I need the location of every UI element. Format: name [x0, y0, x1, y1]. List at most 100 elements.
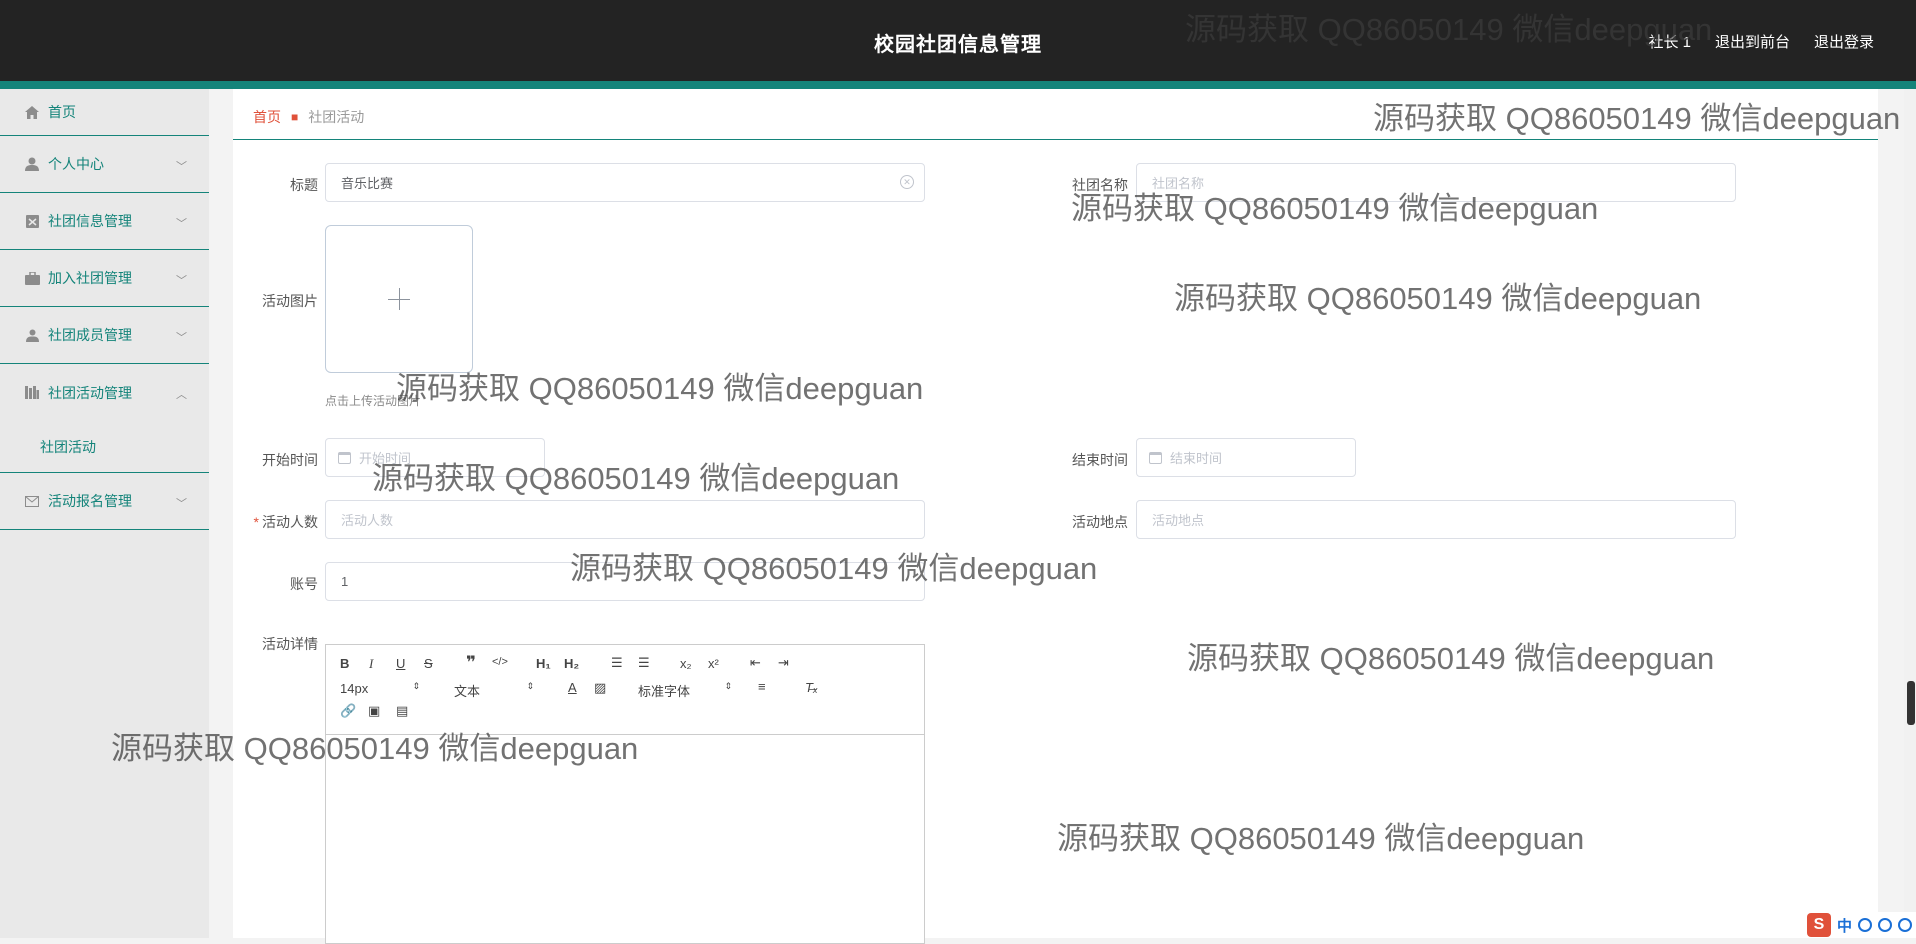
chevron-up-icon: ︿: [176, 386, 187, 402]
keyboard-icon[interactable]: [1898, 918, 1912, 932]
sidebar-item-members[interactable]: 社团成员管理 ﹀: [0, 307, 209, 364]
participant-count-input[interactable]: 活动人数: [325, 500, 925, 539]
chevron-down-icon: ﹀: [176, 272, 187, 288]
format-select[interactable]: 文本 ⇕: [454, 681, 534, 700]
breadcrumb-home[interactable]: 首页: [253, 107, 281, 127]
sidebar-item-label: 社团信息管理: [48, 211, 132, 231]
upload-tip: 点击上传活动图片: [325, 392, 421, 409]
start-label: 开始时间: [228, 450, 318, 470]
place-placeholder: 活动地点: [1152, 510, 1204, 529]
account-input[interactable]: 1: [325, 562, 925, 601]
sidebar-item-join[interactable]: 加入社团管理 ﹀: [0, 250, 209, 307]
chevron-down-icon: ﹀: [176, 495, 187, 511]
title-input-value: 音乐比赛: [341, 173, 393, 192]
person-icon: [24, 327, 40, 343]
sidebar-subitem-label: 社团活动: [40, 437, 96, 457]
mail-icon: [24, 493, 40, 509]
image-upload[interactable]: [325, 225, 473, 373]
briefcase-icon: [24, 270, 40, 286]
sidebar-item-label: 活动报名管理: [48, 491, 132, 511]
start-time-picker[interactable]: 开始时间: [325, 438, 545, 477]
count-label-text: 活动人数: [262, 514, 318, 530]
breadcrumb: 首页 ■ 社团活动: [253, 107, 364, 127]
font-size-value: 14px: [340, 681, 368, 696]
video-icon[interactable]: ▤: [396, 703, 408, 719]
rich-text-editor: B I U S ❞ </> H₁ H₂ ☰ ☰ x₂ x² ⇤ ⇥ 14px⇕ …: [325, 644, 925, 944]
title-input[interactable]: 音乐比赛 ✕: [325, 163, 925, 202]
end-label: 结束时间: [1038, 450, 1128, 470]
end-time-picker[interactable]: 结束时间: [1136, 438, 1356, 477]
font-color-icon[interactable]: A: [568, 680, 577, 695]
ime-toolbar: S 中: [1803, 912, 1916, 938]
count-placeholder: 活动人数: [341, 510, 393, 529]
font-size-select[interactable]: 14px ⇕: [340, 681, 420, 696]
calendar-icon: [1149, 452, 1162, 464]
bullet-list-icon[interactable]: ☰: [638, 655, 650, 671]
font-family-select[interactable]: 标准字体⇕: [638, 681, 732, 700]
bold-icon[interactable]: B: [340, 656, 349, 671]
scrollbar[interactable]: [1904, 89, 1916, 938]
sidebar-item-home[interactable]: 首页: [0, 89, 209, 136]
sidebar-item-profile[interactable]: 个人中心 ﹀: [0, 136, 209, 193]
mic-icon[interactable]: [1878, 918, 1892, 932]
format-value: 文本: [454, 684, 480, 699]
clear-format-icon[interactable]: T̶ₓ: [805, 680, 818, 695]
main-panel: 首页 ■ 社团活动 标题 音乐比赛 ✕ 社团名称 社团名称 活动图片 点击上传活…: [233, 89, 1878, 938]
breadcrumb-separator-icon: ■: [291, 110, 298, 124]
indent-icon[interactable]: ⇥: [778, 655, 789, 671]
home-icon: [24, 104, 40, 120]
sidebar-item-label: 加入社团管理: [48, 268, 132, 288]
ordered-list-icon[interactable]: ☰: [611, 655, 623, 671]
end-time-placeholder: 结束时间: [1170, 448, 1222, 467]
club-label: 社团名称: [1038, 175, 1128, 195]
clipboard-icon: [24, 213, 40, 229]
heading2-icon[interactable]: H₂: [564, 656, 579, 671]
clear-icon[interactable]: ✕: [900, 175, 914, 189]
user-link[interactable]: 社长 1: [1648, 31, 1691, 52]
place-label: 活动地点: [1038, 512, 1128, 532]
heading1-icon[interactable]: H₁: [536, 656, 551, 671]
image-label: 活动图片: [228, 291, 318, 311]
code-icon[interactable]: </>: [492, 656, 508, 668]
align-icon[interactable]: ≡: [758, 679, 766, 694]
select-arrow-icon: ⇕: [412, 681, 420, 692]
top-links: 社长 1 退出到前台 退出登录: [1648, 31, 1874, 52]
required-mark: *: [254, 514, 259, 530]
blockquote-icon[interactable]: ❞: [466, 653, 476, 673]
strike-icon[interactable]: S: [424, 656, 433, 671]
count-label: *活动人数: [228, 512, 318, 532]
font-family-value: 标准字体: [638, 684, 690, 699]
link-icon[interactable]: 🔗: [340, 703, 356, 719]
subscript-icon[interactable]: x₂: [680, 656, 692, 671]
ime-lang[interactable]: 中: [1837, 915, 1852, 936]
image-icon[interactable]: ▣: [368, 703, 380, 719]
ime-logo-icon[interactable]: S: [1807, 913, 1831, 937]
sidebar-item-activities[interactable]: 社团活动管理 ︿: [0, 364, 209, 421]
select-arrow-icon: ⇕: [526, 681, 534, 692]
sidebar-subitem-activity[interactable]: 社团活动: [0, 421, 209, 473]
front-link[interactable]: 退出到前台: [1715, 31, 1790, 52]
location-input[interactable]: 活动地点: [1136, 500, 1736, 539]
club-name-input[interactable]: 社团名称: [1136, 163, 1736, 202]
logout-link[interactable]: 退出登录: [1814, 31, 1874, 52]
sidebar-item-label: 社团活动管理: [48, 383, 132, 403]
scroll-thumb[interactable]: [1907, 681, 1915, 725]
club-name-placeholder: 社团名称: [1152, 173, 1204, 192]
accent-strip: [0, 81, 1916, 89]
italic-icon[interactable]: I: [369, 656, 373, 672]
chevron-down-icon: ﹀: [176, 158, 187, 174]
title-label: 标题: [228, 175, 318, 195]
emoji-icon[interactable]: [1858, 918, 1872, 932]
underline-icon[interactable]: U: [396, 656, 405, 671]
superscript-icon[interactable]: x²: [708, 656, 719, 671]
sidebar-item-label: 社团成员管理: [48, 325, 132, 345]
outdent-icon[interactable]: ⇤: [750, 655, 761, 671]
plus-icon-stem: [399, 288, 400, 310]
background-color-icon[interactable]: ▨: [594, 680, 606, 696]
chevron-down-icon: ﹀: [176, 329, 187, 345]
account-label: 账号: [228, 574, 318, 594]
sidebar-item-label: 个人中心: [48, 154, 104, 174]
sidebar-item-club-info[interactable]: 社团信息管理 ﹀: [0, 193, 209, 250]
sidebar-item-label: 首页: [48, 102, 76, 122]
sidebar-item-signup[interactable]: 活动报名管理 ﹀: [0, 473, 209, 530]
